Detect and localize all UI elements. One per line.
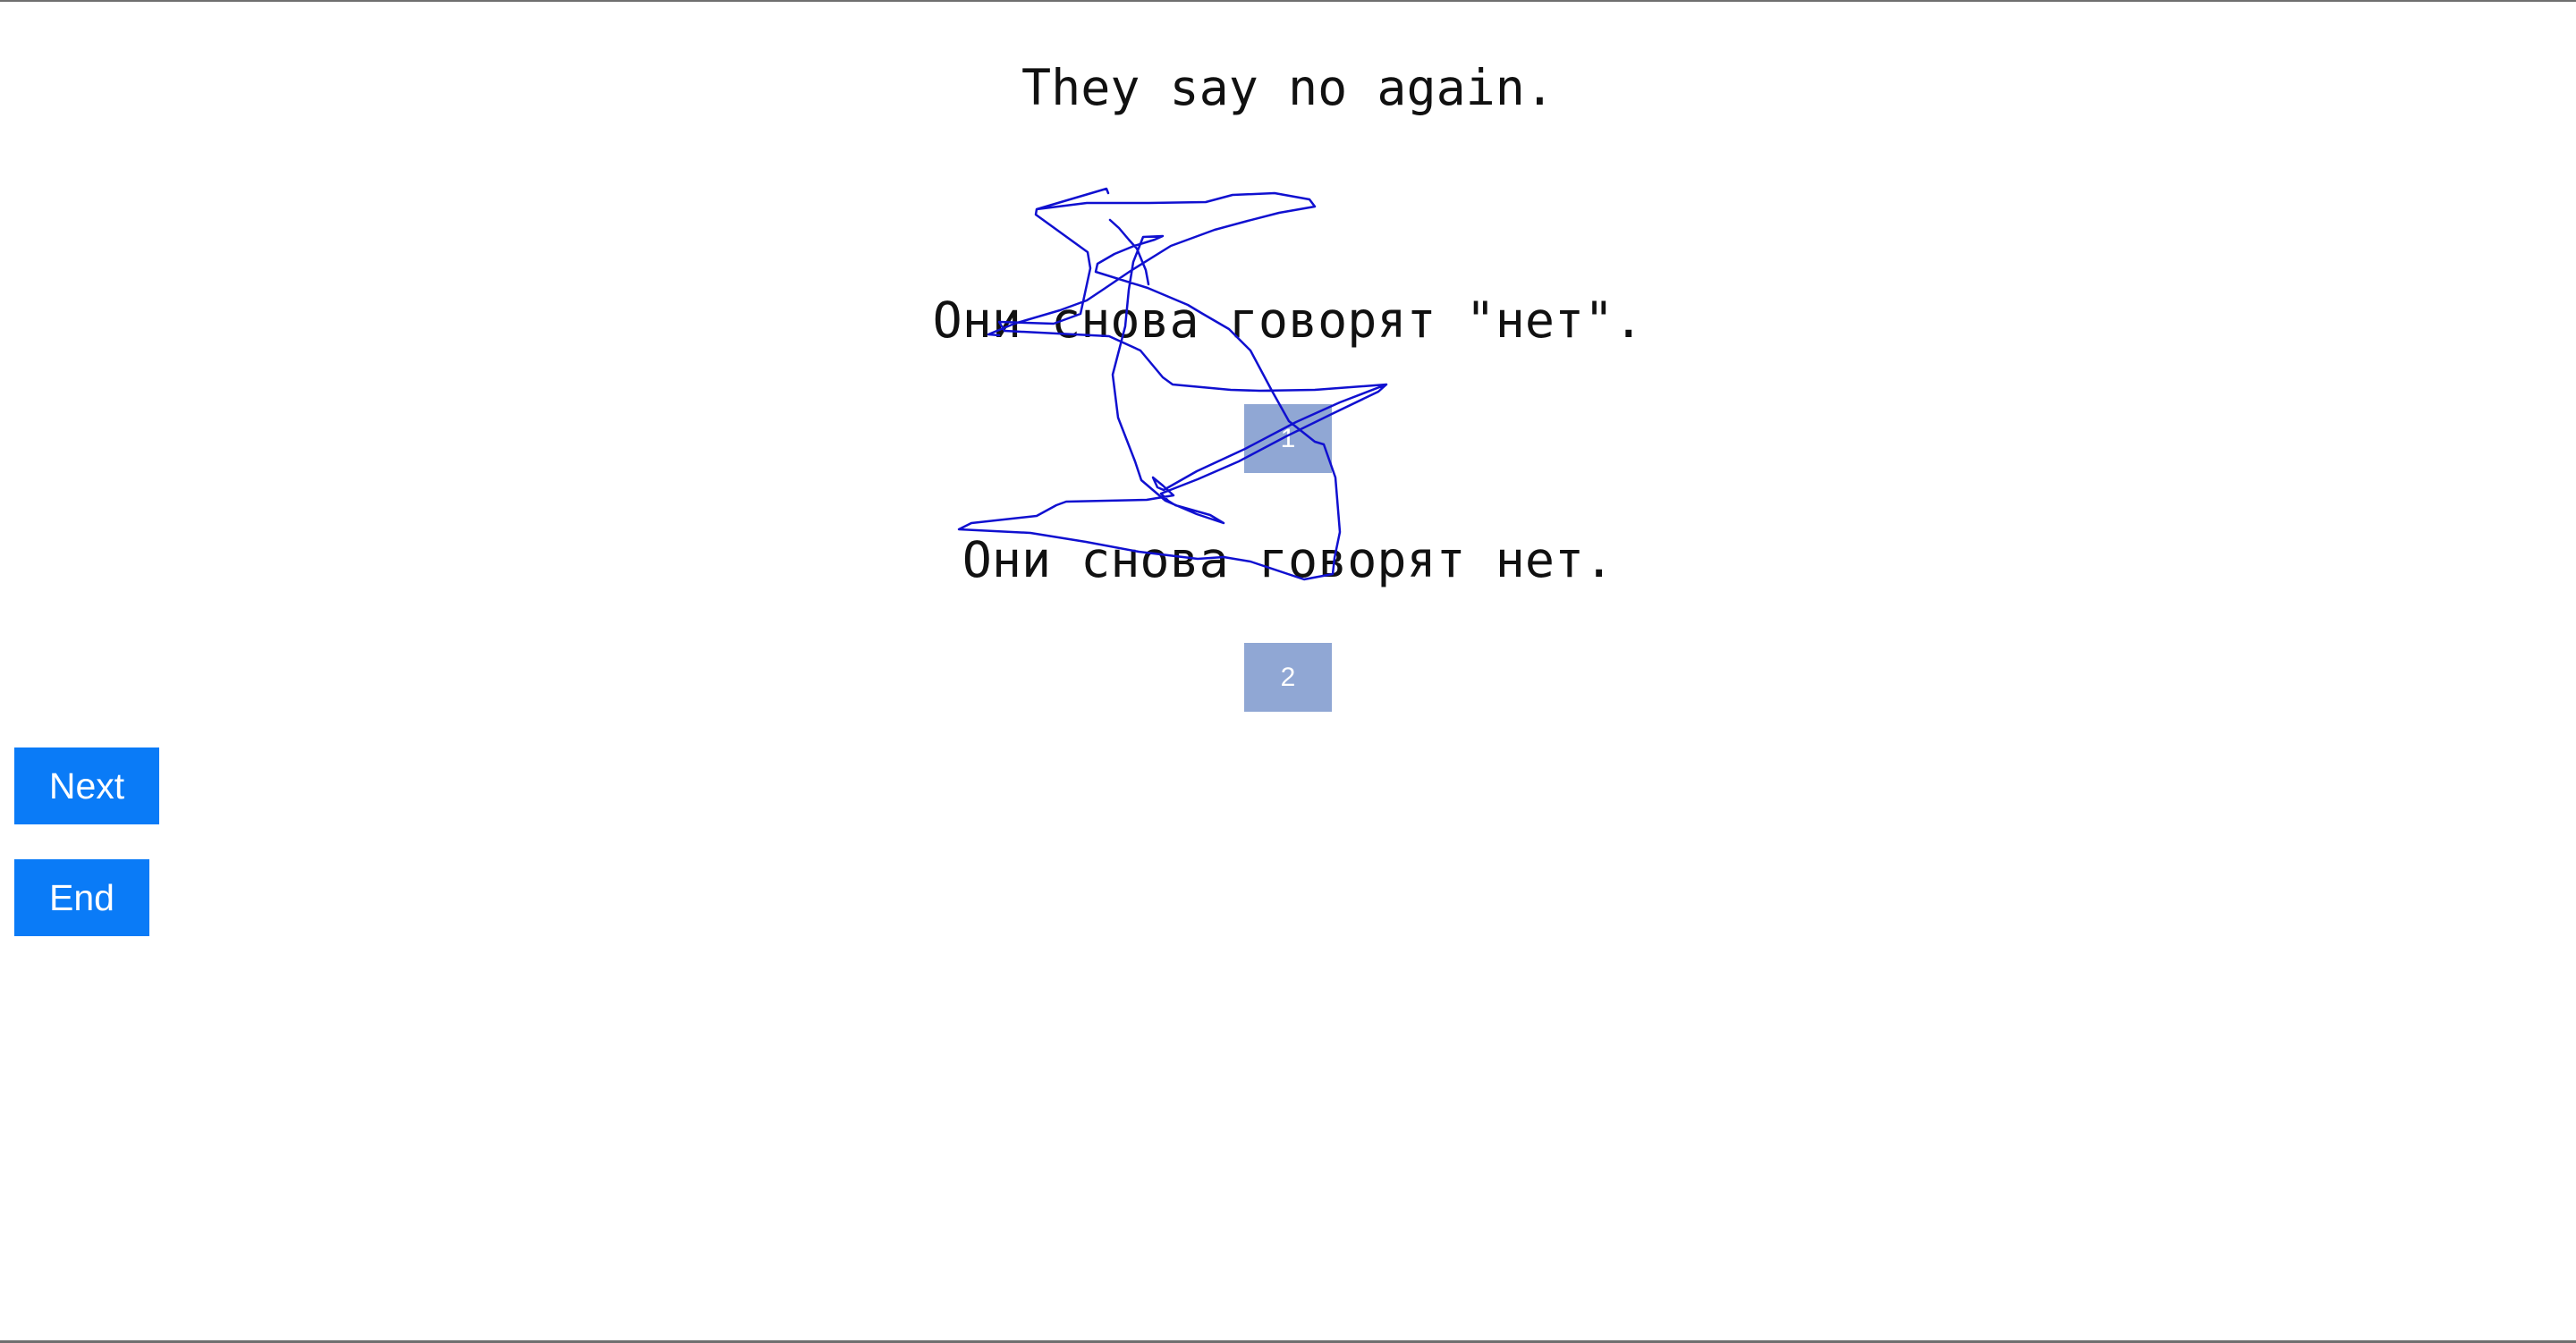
candidate-translation-1: Они снова говорят "нет".: [932, 291, 1644, 349]
end-button[interactable]: End: [14, 859, 149, 936]
candidate-translation-2: Они снова говорят нет.: [962, 531, 1614, 588]
rank-box-2[interactable]: 2: [1244, 643, 1332, 712]
scribble-stroke: [957, 187, 1388, 581]
next-button[interactable]: Next: [14, 748, 159, 824]
source-sentence: They say no again.: [1021, 59, 1555, 116]
top-border: [0, 0, 2576, 2]
rank-box-1[interactable]: 1: [1244, 404, 1332, 473]
